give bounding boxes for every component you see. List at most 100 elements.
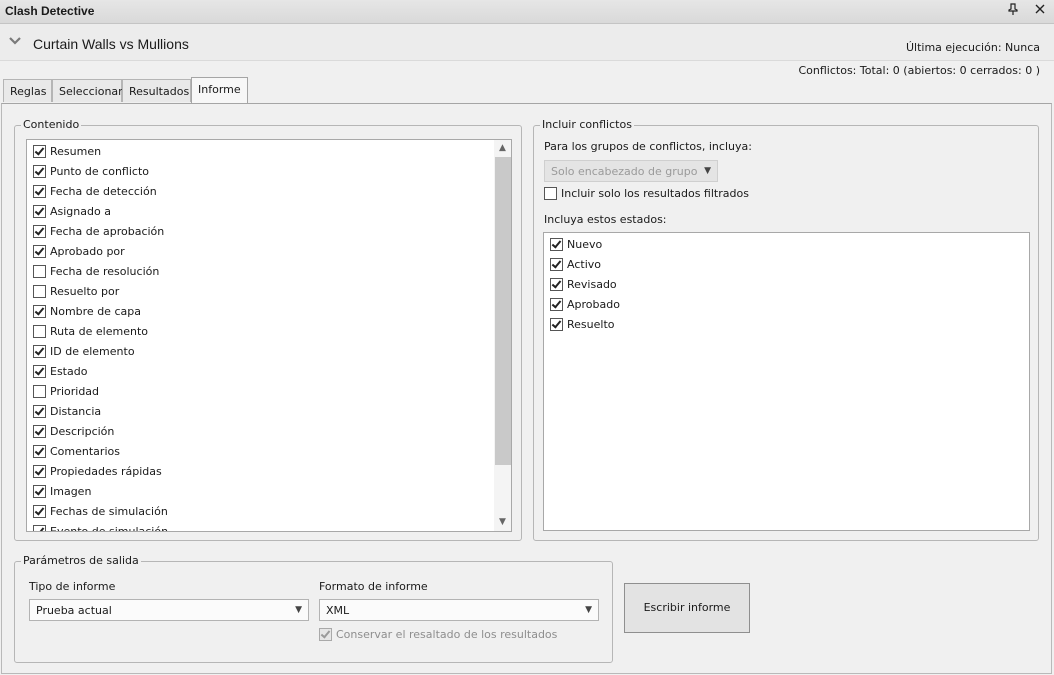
contents-item-label: Resuelto por <box>50 284 120 298</box>
contents-group: Contenido Resumen Punto de conflicto Fecha… <box>14 118 522 541</box>
checkbox-box[interactable] <box>33 364 46 378</box>
chevron-down-icon: ▼ <box>585 605 592 615</box>
status-item-label: Nuevo <box>567 237 603 251</box>
closed-value: 0 ) <box>1025 64 1040 77</box>
checkbox-box[interactable] <box>550 257 563 271</box>
checkbox-box[interactable] <box>33 484 46 498</box>
contents-item[interactable]: Asignado a <box>33 201 111 221</box>
checkbox-box[interactable] <box>33 524 46 531</box>
contents-item-label: Fechas de simulación <box>50 504 168 518</box>
scroll-up-icon[interactable]: ▲ <box>494 140 511 157</box>
contents-item-label: Punto de conflicto <box>50 164 149 178</box>
checkbox-box[interactable] <box>319 627 332 641</box>
conflicts-label: Conflictos: <box>798 64 857 77</box>
scroll-thumb[interactable] <box>495 157 511 465</box>
status-item-label: Aprobado <box>567 297 620 311</box>
checkbox-box[interactable] <box>33 424 46 438</box>
scroll-down-icon[interactable]: ▼ <box>494 514 511 531</box>
contents-item[interactable]: Propiedades rápidas <box>33 461 162 481</box>
include-conflicts-title: Incluir conflictos <box>540 118 634 131</box>
last-run-label: Última ejecución: <box>905 41 1002 54</box>
chevron-down-icon[interactable] <box>8 36 22 49</box>
checkbox-box[interactable] <box>33 244 46 258</box>
total-value: 0 <box>892 64 900 77</box>
status-item-label: Resuelto <box>567 317 615 331</box>
contents-list[interactable]: Resumen Punto de conflicto Fecha de detecc… <box>26 139 512 532</box>
contents-item[interactable]: Prioridad <box>33 381 99 401</box>
checkbox-box[interactable] <box>544 186 557 200</box>
contents-item[interactable]: Fecha de detección <box>33 181 157 201</box>
checkbox-box[interactable] <box>33 464 46 478</box>
statuses-list[interactable]: Nuevo Activo Revisado Aprobado Resuelto <box>543 232 1030 531</box>
checkbox-box[interactable] <box>33 324 46 338</box>
report-format-label: Formato de informe <box>319 580 428 593</box>
contents-item[interactable]: Distancia <box>33 401 101 421</box>
keep-highlight-checkbox[interactable]: Conservar el resaltado de los resultados <box>319 624 557 644</box>
contents-item-label: Fecha de detección <box>50 184 157 198</box>
contents-item[interactable]: Fechas de simulación <box>33 501 168 521</box>
contents-item[interactable]: Estado <box>33 361 87 381</box>
tab-results[interactable]: Resultados <box>122 79 191 102</box>
checkbox-box[interactable] <box>33 404 46 418</box>
contents-item[interactable]: Comentarios <box>33 441 120 461</box>
status-item-label: Activo <box>567 257 601 271</box>
checkbox-box[interactable] <box>33 204 46 218</box>
checkbox-box[interactable] <box>33 344 46 358</box>
checkbox-box[interactable] <box>33 264 46 278</box>
contents-item[interactable]: Evento de simulación <box>33 521 168 531</box>
close-icon[interactable] <box>1033 1 1047 20</box>
total-label: Total: <box>859 64 890 77</box>
groups-select[interactable]: Solo encabezado de grupo ▼ <box>544 160 718 182</box>
contents-item[interactable]: Aprobado por <box>33 241 125 261</box>
tab-select[interactable]: Seleccionar <box>52 79 123 102</box>
tab-label: Reglas <box>10 85 47 98</box>
closed-label: cerrados: <box>970 64 1022 77</box>
contents-item[interactable]: Punto de conflicto <box>33 161 149 181</box>
contents-item[interactable]: Ruta de elemento <box>33 321 148 341</box>
report-format-select[interactable]: XML ▼ <box>319 599 599 621</box>
tab-label: Informe <box>198 83 241 96</box>
contents-item[interactable]: ID de elemento <box>33 341 135 361</box>
contents-item-label: Distancia <box>50 404 102 418</box>
report-type-value: Prueba actual <box>36 604 112 617</box>
checkbox-box[interactable] <box>33 384 46 398</box>
checkbox-box[interactable] <box>33 224 46 238</box>
contents-item[interactable]: Resuelto por <box>33 281 119 301</box>
contents-scrollbar[interactable]: ▲ ▼ <box>494 140 511 531</box>
report-type-select[interactable]: Prueba actual ▼ <box>29 599 309 621</box>
filtered-only-checkbox[interactable]: Incluir solo los resultados filtrados <box>544 183 749 203</box>
status-item[interactable]: Activo <box>550 254 601 274</box>
write-report-button[interactable]: Escribir informe <box>624 583 750 633</box>
contents-item[interactable]: Fecha de resolución <box>33 261 159 281</box>
pin-icon[interactable] <box>1008 3 1018 18</box>
contents-item-label: Comentarios <box>50 444 120 458</box>
tab-label: Seleccionar <box>59 85 123 98</box>
contents-item[interactable]: Nombre de capa <box>33 301 141 321</box>
contents-item[interactable]: Resumen <box>33 141 101 161</box>
checkbox-box[interactable] <box>550 237 563 251</box>
status-item[interactable]: Aprobado <box>550 294 620 314</box>
status-item[interactable]: Resuelto <box>550 314 615 334</box>
checkbox-box[interactable] <box>33 164 46 178</box>
contents-item-label: Descripción <box>50 424 115 438</box>
contents-item-label: Fecha de resolución <box>50 264 160 278</box>
contents-item-label: Fecha de aprobación <box>50 224 165 238</box>
status-item[interactable]: Nuevo <box>550 234 602 254</box>
contents-item[interactable]: Descripción <box>33 421 114 441</box>
checkbox-box[interactable] <box>33 504 46 518</box>
checkbox-box[interactable] <box>33 144 46 158</box>
checkbox-box[interactable] <box>33 304 46 318</box>
checkbox-box[interactable] <box>33 284 46 298</box>
checkbox-box[interactable] <box>550 297 563 311</box>
checkbox-box[interactable] <box>33 444 46 458</box>
contents-item-label: Aprobado por <box>50 244 125 258</box>
tab-rules[interactable]: Reglas <box>3 79 52 102</box>
chevron-down-icon: ▼ <box>295 605 302 615</box>
status-item[interactable]: Revisado <box>550 274 617 294</box>
tab-report[interactable]: Informe <box>191 77 248 103</box>
contents-item[interactable]: Fecha de aprobación <box>33 221 164 241</box>
checkbox-box[interactable] <box>550 317 563 331</box>
checkbox-box[interactable] <box>550 277 563 291</box>
contents-item[interactable]: Imagen <box>33 481 91 501</box>
checkbox-box[interactable] <box>33 184 46 198</box>
